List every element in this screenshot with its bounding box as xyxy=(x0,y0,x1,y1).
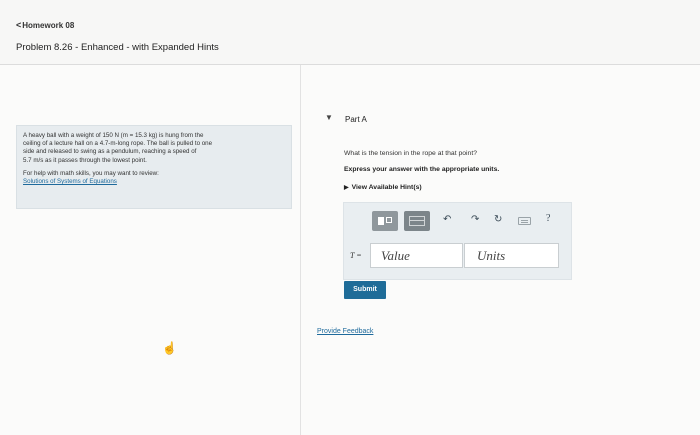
template-icon[interactable] xyxy=(372,211,398,231)
problem-text-line: ceiling of a lecture hall on a 4.7-m-lon… xyxy=(23,140,213,148)
problem-text-line: A heavy ball with a weight of 150 N (m =… xyxy=(23,132,204,139)
variable-label: T = xyxy=(350,251,362,260)
problem-title: Problem 8.26 - Enhanced - with Expanded … xyxy=(16,42,219,53)
chevron-left-icon: < xyxy=(16,20,22,30)
help-icon[interactable]: ? xyxy=(546,213,550,224)
reset-icon[interactable]: ↻ xyxy=(494,214,502,225)
undo-icon[interactable]: ↶ xyxy=(443,214,451,225)
value-input[interactable]: Value xyxy=(370,243,463,268)
redo-icon[interactable]: ↷ xyxy=(471,214,479,225)
problem-text-line: side and released to swing as a pendulum… xyxy=(23,148,197,156)
part-label: Part A xyxy=(345,115,367,124)
top-bar: <Homework 08 Problem 8.26 - Enhanced - w… xyxy=(0,0,700,65)
units-template-icon[interactable] xyxy=(404,211,430,231)
submit-button[interactable]: Submit xyxy=(344,281,386,299)
provide-feedback-link[interactable]: Provide Feedback xyxy=(317,328,373,335)
help-text: For help with math skills, you may want … xyxy=(23,169,159,177)
answer-instruction: Express your answer with the appropriate… xyxy=(344,166,500,173)
part-collapse-icon[interactable]: ▼ xyxy=(325,113,333,122)
back-to-assignment-link[interactable]: <Homework 08 xyxy=(16,20,74,30)
math-review-link[interactable]: Solutions of Systems of Equations xyxy=(23,178,117,185)
units-input[interactable]: Units xyxy=(464,243,559,268)
question-text: What is the tension in the rope at that … xyxy=(344,150,478,157)
column-divider xyxy=(300,65,301,435)
problem-text-line: 5.7 m/s as it passes through the lowest … xyxy=(23,156,147,164)
hand-cursor-icon: ☝ xyxy=(162,341,177,355)
expand-triangle-icon: ▶ xyxy=(344,185,349,191)
view-hints-toggle[interactable]: ▶ View Available Hint(s) xyxy=(344,184,422,191)
keyboard-icon[interactable] xyxy=(518,217,531,225)
problem-statement: A heavy ball with a weight of 150 N (m =… xyxy=(16,125,292,209)
back-link-label: Homework 08 xyxy=(22,21,75,30)
hints-label: View Available Hint(s) xyxy=(351,184,422,191)
